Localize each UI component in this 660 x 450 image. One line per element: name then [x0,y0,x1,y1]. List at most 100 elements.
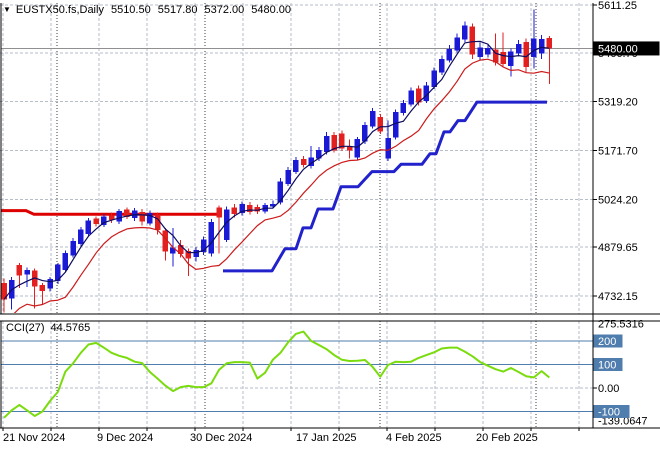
candle-body [378,117,383,131]
time-axis-label: 9 Dec 2024 [97,432,153,444]
candle-body [293,160,298,171]
candlestick [409,88,414,107]
candlestick [516,40,521,57]
candlestick [117,209,122,224]
candlestick [209,219,214,256]
candle-body [462,26,467,40]
candle-body [539,39,544,53]
candle-body [155,215,160,230]
candlestick [71,238,76,258]
candlestick [439,56,444,75]
time-axis[interactable]: 21 Nov 20249 Dec 202430 Dec 202417 Jan 2… [3,428,579,444]
quote-low: 5372.00 [204,4,244,16]
candle-body [409,91,414,104]
candle-body [370,111,375,126]
time-axis-label: 21 Nov 2024 [3,432,65,444]
candle-body [485,48,490,54]
candlestick [339,131,344,152]
candle-body [25,270,30,274]
indicator-label: CCI(27)44.5765 [6,322,90,334]
candle-body [86,221,91,234]
time-axis-label: 20 Feb 2025 [476,432,538,444]
chart-title: ▼EUSTX50.fs,Daily5510.505517.805372.0054… [3,4,291,16]
cci-level-badge-text: -100 [598,407,620,419]
price-axis-label: 4732.15 [598,291,638,303]
candlestick [355,137,360,159]
cci-axis[interactable]: 275.5316-139.06470.00200100-100 [593,318,648,427]
candle-body [209,222,214,253]
candle-body [531,39,536,57]
candle-body [17,265,22,275]
price-axis[interactable]: 5611.255466.705319.205171.705024.204879.… [593,0,660,303]
candle-body [501,52,506,63]
candlestick [9,277,14,309]
candle-body [324,136,329,152]
quote-high: 5517.80 [158,4,198,16]
candlestick [378,114,383,134]
cci-plot-pane[interactable] [1,332,593,418]
candlestick [163,228,168,260]
candlestick [462,21,467,42]
price-axis-label: 5319.20 [598,97,638,109]
candle-body [63,253,68,270]
candlestick [547,36,552,84]
candle-body [355,139,360,157]
cci-line [4,332,549,418]
time-axis-label: 4 Feb 2025 [386,432,442,444]
quote-close: 5480.00 [251,4,291,16]
quote-open: 5510.50 [111,4,151,16]
candle-body [516,44,521,53]
candlestick [347,139,352,158]
candle-body [247,205,252,212]
candle-body [508,52,513,66]
candle-body [401,103,406,113]
candle-body [94,219,99,224]
candle-body [71,241,76,255]
candle-body [301,159,306,165]
candle-body [447,49,452,60]
candlestick [124,207,129,219]
time-axis-label: 30 Dec 2024 [190,432,252,444]
candlestick [501,33,506,68]
candlestick [194,247,199,262]
candle-body [470,27,475,54]
candlestick [94,217,99,227]
candle-body [286,170,291,183]
chart-canvas[interactable]: 5611.255466.705319.205171.705024.204879.… [0,0,660,450]
cci-axis-label: 0.00 [598,383,619,395]
candlestick [301,156,306,168]
candlestick [424,82,429,103]
price-axis-label: 5024.20 [598,194,638,206]
candle-body [455,38,460,50]
candlestick [48,277,53,292]
candle-body [478,48,483,57]
candle-body [117,211,122,221]
candle-body [217,208,222,217]
candlestick [447,45,452,62]
candlestick [478,42,483,60]
candlestick [240,201,245,215]
candle-body [547,38,552,48]
candle-body [232,208,237,214]
band-low-line [4,59,549,317]
candle-body [194,250,199,257]
candlestick [140,209,145,226]
candlestick [2,279,7,313]
support-line [223,102,547,271]
chart-window: 5611.255466.705319.205171.705024.204879.… [0,0,660,450]
candle-body [386,138,391,158]
price-plot-pane[interactable] [0,9,593,317]
chart-dropdown-icon[interactable]: ▼ [3,5,11,14]
indicator-value: 44.5765 [51,322,91,334]
candle-body [78,230,83,244]
candlestick [40,283,45,305]
candlestick [247,202,252,215]
candlestick [25,268,30,287]
candlestick [32,269,37,309]
candlestick [101,214,106,227]
price-axis-label: 5171.70 [598,146,638,158]
candlestick [370,108,375,129]
candlestick [286,167,291,186]
price-axis-label: 5611.25 [598,0,637,12]
candlesticks [2,9,552,312]
